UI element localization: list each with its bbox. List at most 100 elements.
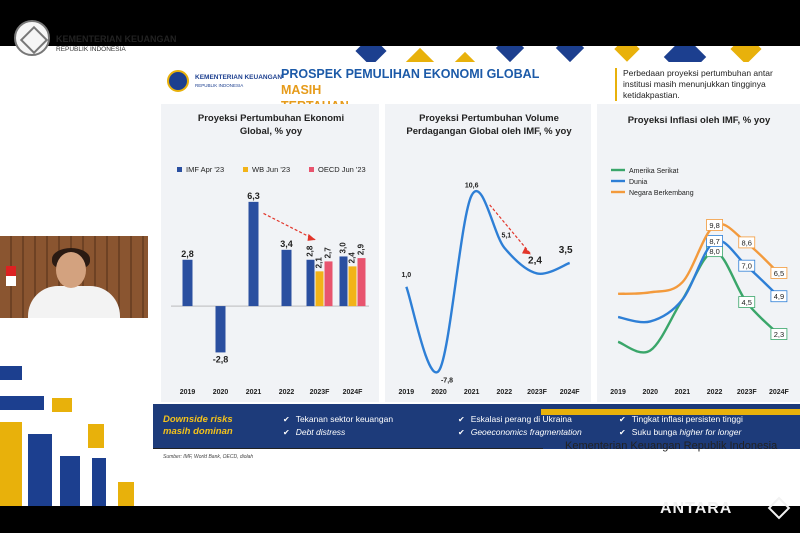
x-tick-label: 2024F <box>343 389 364 396</box>
risk-item: ✔ Suku bunga higher for longer <box>619 426 741 439</box>
data-label: 2,8 <box>306 245 315 257</box>
x-tick-label: 2021 <box>464 389 480 396</box>
series-line <box>405 190 571 374</box>
data-label: 1,0 <box>401 272 411 279</box>
data-label: 8,6 <box>742 238 752 247</box>
chart-gdp-title-line2: Global, % yoy <box>239 126 303 137</box>
slide-ministry-subtitle: REPUBLIK INDONESIA <box>195 83 244 88</box>
legend-label: WB Jun '23 <box>252 165 290 174</box>
risk-item: ✔ Debt distress <box>283 426 345 439</box>
legend-label: Negara Berkembang <box>629 190 694 197</box>
check-icon: ✔ <box>458 428 465 437</box>
deco-block <box>88 424 104 448</box>
bar <box>182 259 193 307</box>
risk-title-line1: Downside risks <box>163 414 233 425</box>
risk-title-line2: masih dominan <box>163 426 233 437</box>
deco-diamond <box>495 46 525 63</box>
chart-trade-title: Proyeksi Pertumbuhan Volume Perdagangan … <box>389 112 589 138</box>
deco-block <box>28 434 52 506</box>
chart-trade-title-line1: Proyeksi Pertumbuhan Volume <box>419 113 559 124</box>
x-tick-label: 2019 <box>399 389 415 396</box>
deco-block <box>0 366 22 380</box>
check-icon: ✔ <box>619 428 626 437</box>
legend-swatch <box>177 167 182 172</box>
data-label: 8,0 <box>709 247 719 256</box>
deco-block <box>60 456 80 506</box>
slide-source: Sumber: IMF, World Bank, OECD, diolah <box>163 454 254 460</box>
trend-arrow-head <box>307 233 316 241</box>
chart-gdp-growth: IMF Apr '23 WB Jun '23 OECD Jun '23 2019 2,8… <box>171 165 369 396</box>
presentation-slide: KEMENTERIAN KEUANGAN REPUBLIK INDONESIA … <box>153 62 800 460</box>
data-label: 3,4 <box>280 239 293 249</box>
bar <box>248 201 259 307</box>
footer-text: Kementerian Keuangan Republik Indonesia <box>565 440 778 452</box>
chart-trade-title-line2: Perdagangan Global oleh IMF, % yoy <box>406 126 572 137</box>
check-icon: ✔ <box>619 415 626 424</box>
data-label: 10,6 <box>465 182 479 189</box>
deco-diamond <box>614 46 640 62</box>
flag-icon <box>6 266 16 286</box>
speaker-webcam <box>0 236 148 318</box>
footer-stripe <box>153 409 800 415</box>
bar <box>315 271 324 307</box>
deco-block <box>118 482 134 506</box>
antara-watermark: ANTARA <box>660 500 733 517</box>
legend-label: IMF Apr '23 <box>186 165 224 174</box>
data-label: 2,1 <box>315 257 324 269</box>
x-tick-label: 2023F <box>527 389 548 396</box>
risk-item-text-italic: higher for longer <box>679 427 742 437</box>
data-label: -2,8 <box>213 354 229 364</box>
x-tick-label: 2024F <box>769 389 790 396</box>
bar <box>306 259 315 307</box>
x-tick-label: 2020 <box>642 389 658 396</box>
data-label: 4,5 <box>742 298 752 307</box>
bar <box>215 306 226 353</box>
chart-gdp-title-line1: Proyeksi Pertumbuhan Ekonomi <box>197 113 345 124</box>
x-tick-label: 2023F <box>310 389 331 396</box>
data-label: 2,3 <box>774 330 784 339</box>
data-label: 6,3 <box>247 191 260 201</box>
data-label: -7,8 <box>441 378 453 385</box>
legend-label: OECD Jun '23 <box>318 165 366 174</box>
data-label: 7,0 <box>742 262 752 271</box>
deco-block <box>92 458 106 506</box>
check-icon: ✔ <box>283 428 290 437</box>
speaker-body <box>28 286 120 318</box>
series-line <box>618 222 780 296</box>
bar <box>357 258 366 307</box>
risk-item-text: Eskalasi perang di Ukraina <box>470 414 572 424</box>
risk-item-text: Suku bunga <box>631 427 680 437</box>
deco-block <box>0 396 44 410</box>
data-label: 8,7 <box>709 237 719 246</box>
risk-item-text: Geoeconomics fragmentation <box>470 427 582 437</box>
legend-swatch <box>243 167 248 172</box>
x-tick-label: 2019 <box>180 389 196 396</box>
data-label: 4,9 <box>774 292 784 301</box>
x-tick-label: 2019 <box>610 389 626 396</box>
slide-ministry-name: KEMENTERIAN KEUANGAN <box>195 74 283 81</box>
bar <box>324 261 333 307</box>
bar <box>281 249 292 307</box>
trend-arrow-line <box>263 212 316 241</box>
risk-item-text: Tingkat inflasi persisten tinggi <box>631 414 743 424</box>
bar <box>339 256 348 307</box>
footer-divider <box>153 448 543 449</box>
check-icon: ✔ <box>283 415 290 424</box>
x-tick-label: 2021 <box>675 389 691 396</box>
data-label: 2,8 <box>181 249 194 259</box>
x-tick-label: 2023F <box>737 389 758 396</box>
x-tick-label: 2024F <box>560 389 581 396</box>
data-label: 3,0 <box>339 242 348 254</box>
x-tick-label: 2020 <box>431 389 447 396</box>
data-label: 6,5 <box>774 269 784 278</box>
bar <box>348 266 357 307</box>
speaker-face <box>56 252 86 288</box>
data-label: 2,9 <box>357 243 366 255</box>
risk-item: ✔ Geoeconomics fragmentation <box>458 426 582 439</box>
check-icon: ✔ <box>458 415 465 424</box>
legend-swatch <box>309 167 314 172</box>
slide-note: Perbedaan proyeksi pertumbuhan antar ins… <box>615 68 795 101</box>
risk-item-text: Debt distress <box>295 427 346 437</box>
legend-label: Amerika Serikat <box>629 168 678 175</box>
chart-gdp-title: Proyeksi Pertumbuhan Ekonomi Global, % y… <box>171 112 371 138</box>
